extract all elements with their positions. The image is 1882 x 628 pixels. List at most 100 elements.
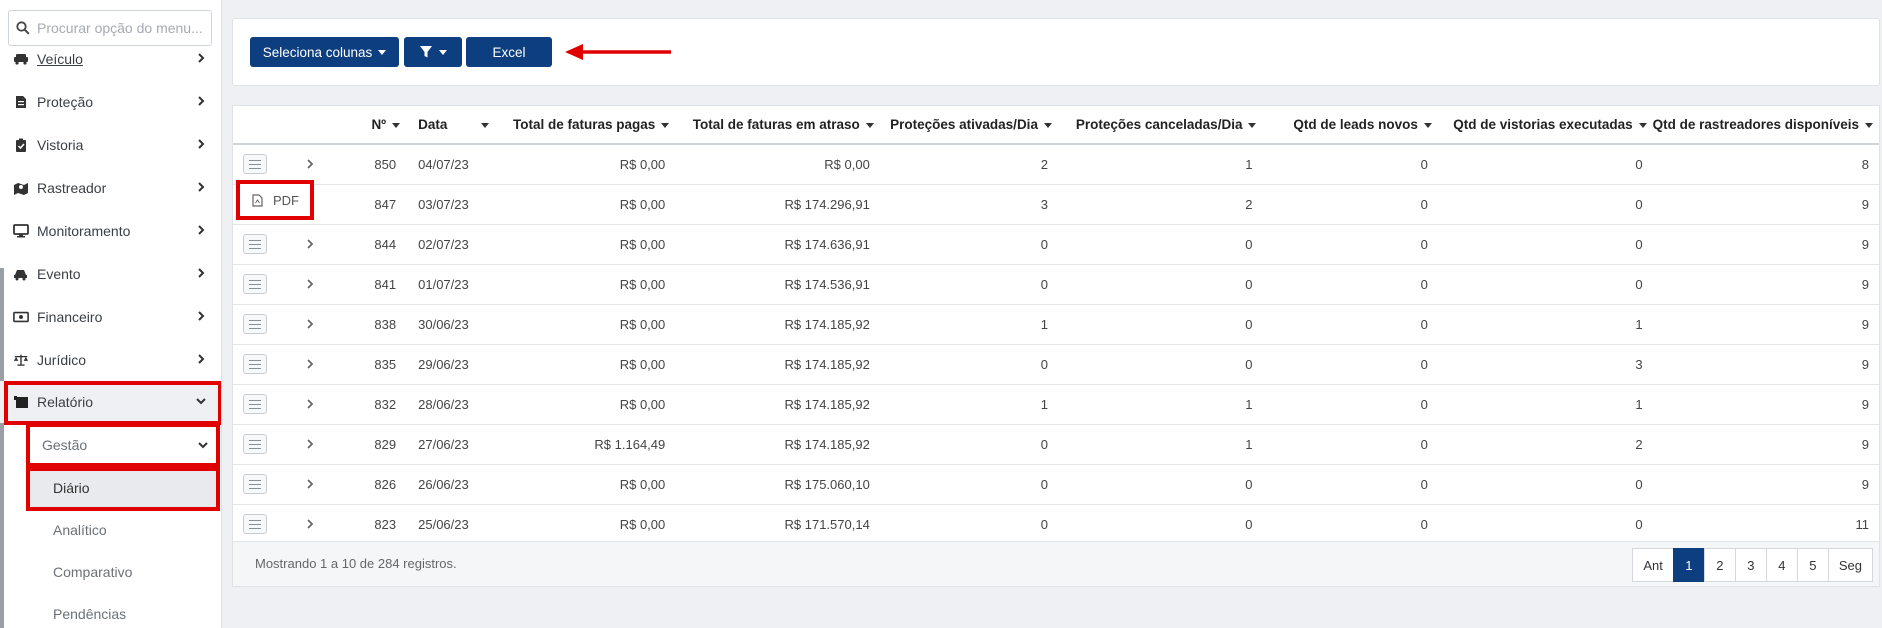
table-cell: 0 xyxy=(1262,464,1438,505)
pagination-page-3[interactable]: 3 xyxy=(1734,548,1767,582)
select-columns-button[interactable]: Seleciona colunas xyxy=(250,37,399,67)
table-cell: 0 xyxy=(1057,224,1263,265)
table-header-row: Nº Data Total de faturas pagas Total de … xyxy=(233,106,1879,145)
row-menu-icon[interactable] xyxy=(243,434,267,454)
table-cell: 27/06/23 xyxy=(406,424,495,465)
submenu-item-pendencias[interactable]: Pendências xyxy=(30,594,220,628)
row-menu-icon[interactable] xyxy=(243,514,267,534)
column-header-rastreadores[interactable]: Qtd de rastreadores disponíveis xyxy=(1652,106,1879,145)
chevron-right-icon[interactable] xyxy=(304,438,316,450)
table-row[interactable]: 832 28/06/23 R$ 0,00 R$ 174.185,92 1 1 0 1 9 xyxy=(233,384,1879,425)
table-row[interactable]: 841 01/07/23 R$ 0,00 R$ 174.536,91 0 0 0 0 9 xyxy=(233,264,1879,305)
sidebar-item-rastreador[interactable]: Rastreador xyxy=(0,167,220,209)
chevron-right-icon[interactable] xyxy=(304,278,316,290)
column-header-vistorias[interactable]: Qtd de vistorias executadas xyxy=(1437,106,1653,145)
submenu-item-analitico[interactable]: Analítico xyxy=(30,510,220,550)
table-cell: 0 xyxy=(1437,264,1653,305)
table-row[interactable]: 838 30/06/23 R$ 0,00 R$ 174.185,92 1 0 0 1 9 xyxy=(233,304,1879,345)
chevron-right-icon[interactable] xyxy=(304,318,316,330)
column-header-data[interactable]: Data xyxy=(406,106,495,145)
pagination-page-4[interactable]: 4 xyxy=(1765,548,1798,582)
column-header-leads-novos[interactable]: Qtd de leads novos xyxy=(1262,106,1438,145)
table-cell: R$ 0,00 xyxy=(675,144,880,185)
money-bill-icon xyxy=(13,309,29,325)
table-cell: 29/06/23 xyxy=(406,344,495,385)
sidebar-item-veiculo[interactable]: Veículo xyxy=(0,38,220,80)
column-header-numero[interactable]: Nº xyxy=(338,106,407,145)
sidebar: Veículo Proteção Vistoria Rastreador Mon… xyxy=(0,0,222,628)
table-cell: 0 xyxy=(1437,464,1653,505)
table-row[interactable]: 847 03/07/23 R$ 0,00 R$ 174.296,91 3 2 0 0 9 xyxy=(233,184,1879,225)
table-cell: R$ 1.164,49 xyxy=(494,424,676,465)
table-row[interactable]: 844 02/07/23 R$ 0,00 R$ 174.636,91 0 0 0 0 9 xyxy=(233,224,1879,265)
sidebar-item-relatorio[interactable]: Relatório xyxy=(0,381,220,423)
pagination-page-1[interactable]: 1 xyxy=(1672,548,1705,582)
menu-search-input[interactable] xyxy=(37,20,205,36)
row-expand-cell xyxy=(291,264,339,305)
column-header-protecoes-canceladas[interactable]: Proteções canceladas/Dia xyxy=(1057,106,1263,145)
pdf-export-option[interactable]: PDF xyxy=(236,180,314,220)
table-row[interactable]: 850 04/07/23 R$ 0,00 R$ 0,00 2 1 0 0 8 xyxy=(233,144,1879,185)
pagination-page-2[interactable]: 2 xyxy=(1703,548,1736,582)
submenu-gestao[interactable]: Gestão xyxy=(28,425,220,465)
table-cell: 1 xyxy=(879,384,1058,425)
row-menu-icon[interactable] xyxy=(243,314,267,334)
table-cell: 844 xyxy=(338,224,407,265)
chevron-right-icon[interactable] xyxy=(304,398,316,410)
chevron-right-icon[interactable] xyxy=(304,358,316,370)
table-cell: 9 xyxy=(1652,304,1879,345)
annotation-arrow-icon xyxy=(565,44,671,60)
row-menu-icon[interactable] xyxy=(243,274,267,294)
table-row[interactable]: 835 29/06/23 R$ 0,00 R$ 174.185,92 0 0 0 3 9 xyxy=(233,344,1879,385)
pagination-page-5[interactable]: 5 xyxy=(1796,548,1829,582)
chevron-right-icon[interactable] xyxy=(304,158,316,170)
pagination-prev-button[interactable]: Ant xyxy=(1632,548,1674,582)
row-expand-cell xyxy=(291,464,339,505)
filter-button[interactable] xyxy=(404,37,462,67)
table-row[interactable]: 829 27/06/23 R$ 1.164,49 R$ 174.185,92 0 1 0 2 9 xyxy=(233,424,1879,465)
submenu-item-comparativo[interactable]: Comparativo xyxy=(30,552,220,592)
table-cell: R$ 0,00 xyxy=(494,464,676,505)
column-header-faturas-atraso[interactable]: Total de faturas em atraso xyxy=(675,106,880,145)
row-menu-icon[interactable] xyxy=(243,234,267,254)
chevron-right-icon xyxy=(198,139,205,149)
sidebar-item-protecao[interactable]: Proteção xyxy=(0,81,220,123)
table-cell: 1 xyxy=(1057,424,1263,465)
table-cell: 2 xyxy=(879,144,1058,185)
pagination-next-button[interactable]: Seg xyxy=(1827,548,1873,582)
header-label: Qtd de vistorias executadas xyxy=(1453,117,1633,132)
chevron-right-icon[interactable] xyxy=(304,238,316,250)
chevron-right-icon xyxy=(198,225,205,235)
chevron-right-icon[interactable] xyxy=(304,478,316,490)
row-menu-icon[interactable] xyxy=(243,354,267,374)
excel-button[interactable]: Excel xyxy=(466,37,552,67)
column-header-protecoes-ativadas[interactable]: Proteções ativadas/Dia xyxy=(879,106,1058,145)
row-menu-icon[interactable] xyxy=(243,394,267,414)
table-cell: 0 xyxy=(1057,464,1263,505)
header-label: Qtd de leads novos xyxy=(1293,117,1418,132)
submenu-item-label: Pendências xyxy=(53,606,127,622)
table-cell: 11 xyxy=(1652,504,1879,545)
chevron-right-icon xyxy=(198,354,205,364)
table-row[interactable]: 823 25/06/23 R$ 0,00 R$ 171.570,14 0 0 0 0 11 xyxy=(233,504,1879,545)
sidebar-item-vistoria[interactable]: Vistoria xyxy=(0,124,220,166)
table-cell: R$ 174.536,91 xyxy=(675,264,880,305)
column-header-faturas-pagas[interactable]: Total de faturas pagas xyxy=(494,106,676,145)
column-header-actions xyxy=(233,106,291,145)
submenu-item-diario[interactable]: Diário xyxy=(30,468,220,508)
table-cell: 847 xyxy=(338,184,407,225)
sidebar-item-juridico[interactable]: Jurídico xyxy=(0,339,220,381)
table-row[interactable]: 826 26/06/23 R$ 0,00 R$ 175.060,10 0 0 0 0 9 xyxy=(233,464,1879,505)
row-menu-icon[interactable] xyxy=(243,474,267,494)
header-label: Nº xyxy=(371,117,387,132)
table-body: 850 04/07/23 R$ 0,00 R$ 0,00 2 1 0 0 8 847 03/07/2… xyxy=(233,144,1879,545)
sidebar-item-financeiro[interactable]: Financeiro xyxy=(0,296,220,338)
chevron-right-icon[interactable] xyxy=(304,518,316,530)
table-cell: 0 xyxy=(1262,424,1438,465)
excel-label: Excel xyxy=(492,44,526,60)
table-cell: 850 xyxy=(338,144,407,185)
sidebar-item-monitoramento[interactable]: Monitoramento xyxy=(0,210,220,252)
sidebar-item-evento[interactable]: Evento xyxy=(0,253,220,295)
row-menu-icon[interactable] xyxy=(243,154,267,175)
table-cell: 0 xyxy=(879,344,1058,385)
